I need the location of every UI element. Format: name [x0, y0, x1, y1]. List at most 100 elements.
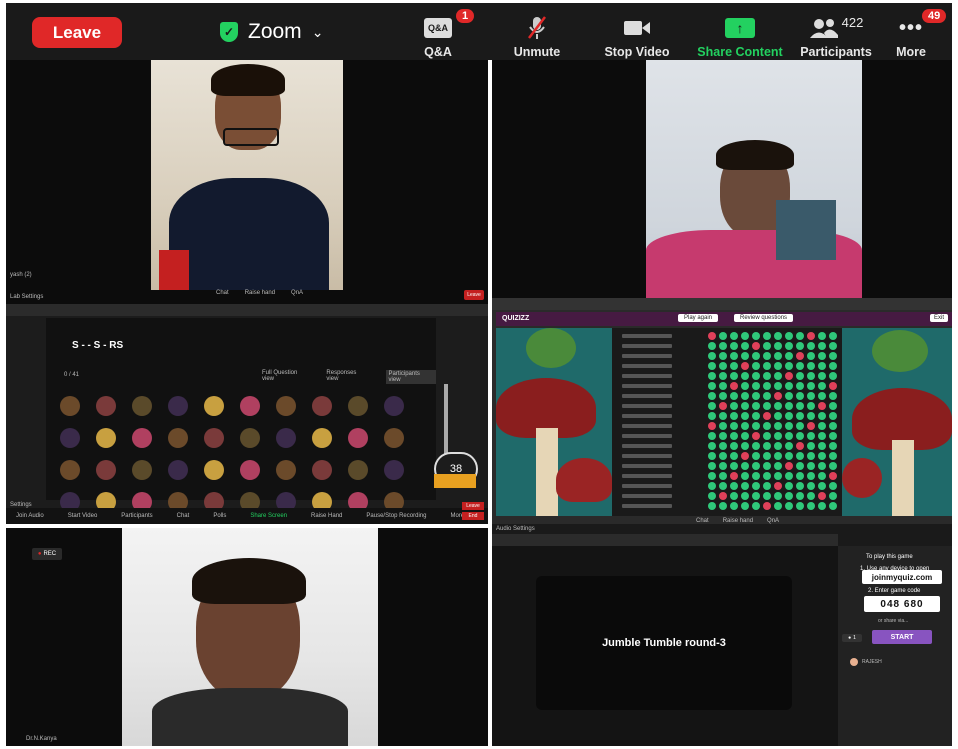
pause-recording-button[interactable]: Pause/Stop Recording — [366, 513, 426, 519]
participant-video — [151, 60, 343, 290]
answer-dot — [785, 442, 793, 450]
answer-dot — [785, 342, 793, 350]
table-row — [612, 362, 842, 371]
answer-dot — [829, 492, 837, 500]
table-row — [612, 402, 842, 411]
answer-dot — [741, 462, 749, 470]
answer-dot — [708, 472, 716, 480]
start-button[interactable]: START — [872, 630, 932, 644]
answer-dot — [829, 412, 837, 420]
video-tile-top-right[interactable] — [492, 60, 952, 298]
answer-dot — [719, 382, 727, 390]
app-title[interactable]: ✓ Zoom ⌄ — [220, 17, 323, 47]
review-questions-button[interactable]: Review questions — [734, 314, 794, 322]
tab-full-question[interactable]: Full Question view — [262, 370, 310, 384]
qa-button[interactable]: Q&A Q&A 1 — [393, 9, 483, 59]
shared-screen-quiz-lobby[interactable]: Audio Settings Jumble Tumble round-3 To … — [492, 524, 952, 746]
answer-dot — [741, 432, 749, 440]
answer-dot — [818, 382, 826, 390]
answer-dot — [719, 502, 727, 510]
answer-dot — [796, 462, 804, 470]
polls-button[interactable]: Polls — [213, 513, 226, 519]
answer-dot — [741, 342, 749, 350]
background-object — [776, 200, 836, 260]
exit-button[interactable]: Exit — [930, 314, 949, 322]
answer-dot — [708, 332, 716, 340]
answer-dot — [774, 492, 782, 500]
answer-dot — [741, 442, 749, 450]
timer-fill — [434, 474, 476, 488]
quiz-dashboard-panel: S - - S - RS 0 / 41 Full Question view R… — [46, 318, 436, 512]
participant-avatar — [168, 460, 188, 480]
table-row — [612, 462, 842, 471]
chat-button[interactable]: Chat — [216, 290, 229, 296]
answer-dot — [730, 502, 738, 510]
answer-dot — [763, 362, 771, 370]
stop-video-button[interactable]: Stop Video — [592, 9, 682, 59]
video-tile-top-left[interactable]: yash (2) Lab Settings Chat Raise hand Qn… — [6, 60, 488, 304]
browser-address-bar — [6, 304, 488, 316]
participant-avatar — [348, 460, 368, 480]
shared-screen-quiz-results[interactable]: QUIZIZZ Play again Review questions Exit… — [492, 298, 952, 524]
qa-badge: 1 — [456, 9, 475, 23]
participant-avatar — [312, 428, 332, 448]
qna-button[interactable]: QnA — [291, 290, 303, 296]
participants-small-button[interactable]: Participants — [121, 513, 152, 519]
participants-icon — [809, 19, 838, 38]
raise-hand-button[interactable]: Raise hand — [245, 290, 275, 296]
end-small-button[interactable]: End — [462, 512, 484, 520]
share-content-button[interactable]: ↑ Share Content — [690, 9, 790, 59]
answer-dot — [719, 402, 727, 410]
shared-screen-quiz-host[interactable]: S - - S - RS 0 / 41 Full Question view R… — [6, 304, 488, 524]
answer-dot — [818, 332, 826, 340]
answer-dot — [719, 362, 727, 370]
more-button[interactable]: ••• More 49 — [876, 9, 947, 59]
shield-check-icon: ✓ — [220, 22, 238, 42]
answer-dot — [719, 422, 727, 430]
browser-address-bar — [492, 298, 952, 310]
answer-dot — [763, 412, 771, 420]
chat-small-button[interactable]: Chat — [177, 513, 190, 519]
answer-dot — [829, 352, 837, 360]
tab-responses[interactable]: Responses view — [326, 370, 369, 384]
answer-dot — [730, 442, 738, 450]
answer-dot — [708, 362, 716, 370]
participant-video — [122, 528, 378, 746]
tile-footer-controls: Chat Raise hand QnA — [216, 290, 303, 296]
answer-dot — [785, 362, 793, 370]
participant-avatar — [240, 428, 260, 448]
video-tile-bottom-left[interactable]: ● REC Dr.N.Kanya — [6, 528, 488, 746]
leave-small-button[interactable]: Leave — [464, 290, 484, 300]
answer-dot — [807, 372, 815, 380]
answer-dot — [774, 442, 782, 450]
answer-dot — [708, 412, 716, 420]
answer-dot — [730, 412, 738, 420]
mushroom-art-left — [496, 328, 612, 516]
player-count: 1 — [853, 635, 856, 641]
join-audio-button[interactable]: Join Audio — [16, 513, 44, 519]
share-via-link[interactable]: or share via... — [878, 618, 908, 624]
player-name-placeholder — [622, 454, 672, 458]
start-video-button[interactable]: Start Video — [68, 513, 98, 519]
answer-dot — [752, 342, 760, 350]
answer-dot — [730, 342, 738, 350]
answer-dot — [829, 482, 837, 490]
play-again-button[interactable]: Play again — [678, 314, 719, 322]
answer-dot — [818, 442, 826, 450]
player-name-placeholder — [622, 344, 672, 348]
unmute-button[interactable]: Unmute — [492, 9, 582, 59]
answer-dot — [752, 362, 760, 370]
response-counter: 0 / 41 — [64, 372, 80, 378]
answer-dot — [774, 362, 782, 370]
results-table — [612, 328, 842, 516]
leave-small-button[interactable]: Leave — [462, 502, 484, 510]
table-row — [612, 332, 842, 341]
answer-dot — [719, 442, 727, 450]
answer-dot — [796, 472, 804, 480]
share-screen-small-button[interactable]: Share Screen — [250, 513, 287, 519]
raise-hand-small-button[interactable]: Raise Hand — [311, 513, 342, 519]
table-row — [612, 482, 842, 491]
leave-button[interactable]: Leave — [32, 17, 122, 48]
tab-participants[interactable]: Participants view — [385, 370, 436, 384]
participants-button[interactable]: 422 Participants — [790, 9, 882, 59]
